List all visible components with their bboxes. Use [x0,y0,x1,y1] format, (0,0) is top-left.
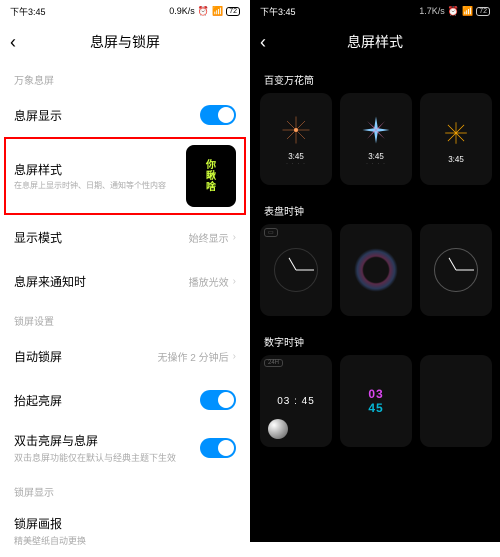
row-display-mode[interactable]: 显示模式 始终显示 › [0,215,250,259]
style-card[interactable]: 03 45 [340,355,412,447]
row-aod-display[interactable]: 息屏显示 [0,93,250,137]
card-time: 3:45 [448,155,464,164]
double-tap-label: 双击亮屏与息屏 [14,432,200,449]
section-aod: 万象息屏 [0,62,250,93]
analog-clock-icon [434,248,478,292]
dial-grid: ▭ [250,224,500,316]
preview-text: 你 瞅 啥 [206,160,216,193]
battery-indicator: 72 [226,7,240,16]
alarm-icon: ⏰ [448,6,459,17]
moon-icon [268,419,288,439]
section-lock: 锁屏设置 [0,303,250,334]
status-net: 1.7K/s [419,6,445,16]
header: ‹ 息屏与锁屏 [0,22,250,62]
aod-display-label: 息屏显示 [14,107,200,124]
style-card[interactable]: 24H 03 : 45 [260,355,332,447]
aod-notify-label: 息屏来通知时 [14,273,189,290]
double-tap-toggle[interactable] [200,438,236,458]
section-dial: 表盘时钟 [250,193,500,224]
row-raise-wake[interactable]: 抬起亮屏 [0,378,250,422]
section-lock-display: 锁屏显示 [0,474,250,505]
digital-grid: 24H 03 : 45 03 45 [250,355,500,447]
kaleidoscope-icon [438,115,474,151]
status-bar: 下午3:45 0.9K/s ⏰ 📶 72 [0,0,250,22]
auto-lock-value: 无操作 2 分钟后 [158,349,229,364]
header: ‹ 息屏样式 [250,22,500,62]
badge-icon: ▭ [264,228,278,237]
kaleidoscope-icon [278,112,314,148]
style-card[interactable] [340,224,412,316]
aod-style-sub: 在息屏上显示时钟、日期、通知等个性内容 [14,181,186,191]
back-button[interactable]: ‹ [10,32,16,53]
display-mode-label: 显示模式 [14,229,189,246]
style-card[interactable]: 3:45 [420,93,492,185]
wallpaper-label: 锁屏画报 [14,515,236,532]
display-mode-value: 始终显示 [189,230,229,245]
section-kaleidoscope: 百变万花筒 [250,62,500,93]
aod-style-label: 息屏样式 [14,161,186,178]
style-card[interactable]: 3:45 · · · · [340,93,412,185]
row-aod-notify[interactable]: 息屏来通知时 播放光效 › [0,259,250,303]
section-digital: 数字时钟 [250,324,500,355]
battery-indicator: 72 [476,7,490,16]
back-button[interactable]: ‹ [260,32,266,53]
wifi-icon: 📶 [462,6,473,17]
digital-time: 03 45 [368,387,383,415]
raise-wake-label: 抬起亮屏 [14,392,200,409]
row-auto-lock[interactable]: 自动锁屏 无操作 2 分钟后 › [0,334,250,378]
card-dots: · · · · [286,161,306,167]
row-wallpaper[interactable]: 锁屏画报 精美壁纸自动更换 [0,505,250,557]
status-net: 0.9K/s [169,6,195,16]
alarm-icon: ⏰ [198,6,209,17]
style-card[interactable]: 3:45 · · · · [260,93,332,185]
style-card[interactable]: ▭ [260,224,332,316]
row-double-tap[interactable]: 双击亮屏与息屏 双击息屏功能仅在默认与经典主题下生效 [0,422,250,474]
style-card[interactable] [420,355,492,447]
dot-ring-icon [354,248,398,292]
raise-wake-toggle[interactable] [200,390,236,410]
kaleidoscope-grid: 3:45 · · · · 3:45 · · · · 3:45 [250,93,500,185]
aod-notify-value: 播放光效 [189,274,229,289]
badge-24h: 24H [264,359,283,367]
aod-display-toggle[interactable] [200,105,236,125]
chevron-icon: › [233,351,236,362]
status-bar: 下午3:45 1.7K/s ⏰ 📶 72 [250,0,500,22]
wifi-icon: 📶 [212,6,223,17]
chevron-icon: › [233,232,236,243]
auto-lock-label: 自动锁屏 [14,348,158,365]
status-time: 下午3:45 [260,5,296,18]
style-card[interactable] [420,224,492,316]
kaleidoscope-icon [358,112,394,148]
card-dots: · · · · [366,161,386,167]
status-time: 下午3:45 [10,5,46,18]
aod-style-preview: 你 瞅 啥 [186,145,236,207]
card-time: 3:45 [288,152,304,161]
card-time: 3:45 [368,152,384,161]
row-aod-style[interactable]: 息屏样式 在息屏上显示时钟、日期、通知等个性内容 你 瞅 啥 [4,137,246,215]
page-title: 息屏与锁屏 [90,32,160,52]
digital-time: 03 : 45 [277,396,315,407]
wallpaper-sub: 精美壁纸自动更换 [14,534,236,547]
double-tap-sub: 双击息屏功能仅在默认与经典主题下生效 [14,451,200,464]
page-title: 息屏样式 [347,32,403,52]
chevron-icon: › [233,276,236,287]
analog-clock-icon [274,248,318,292]
